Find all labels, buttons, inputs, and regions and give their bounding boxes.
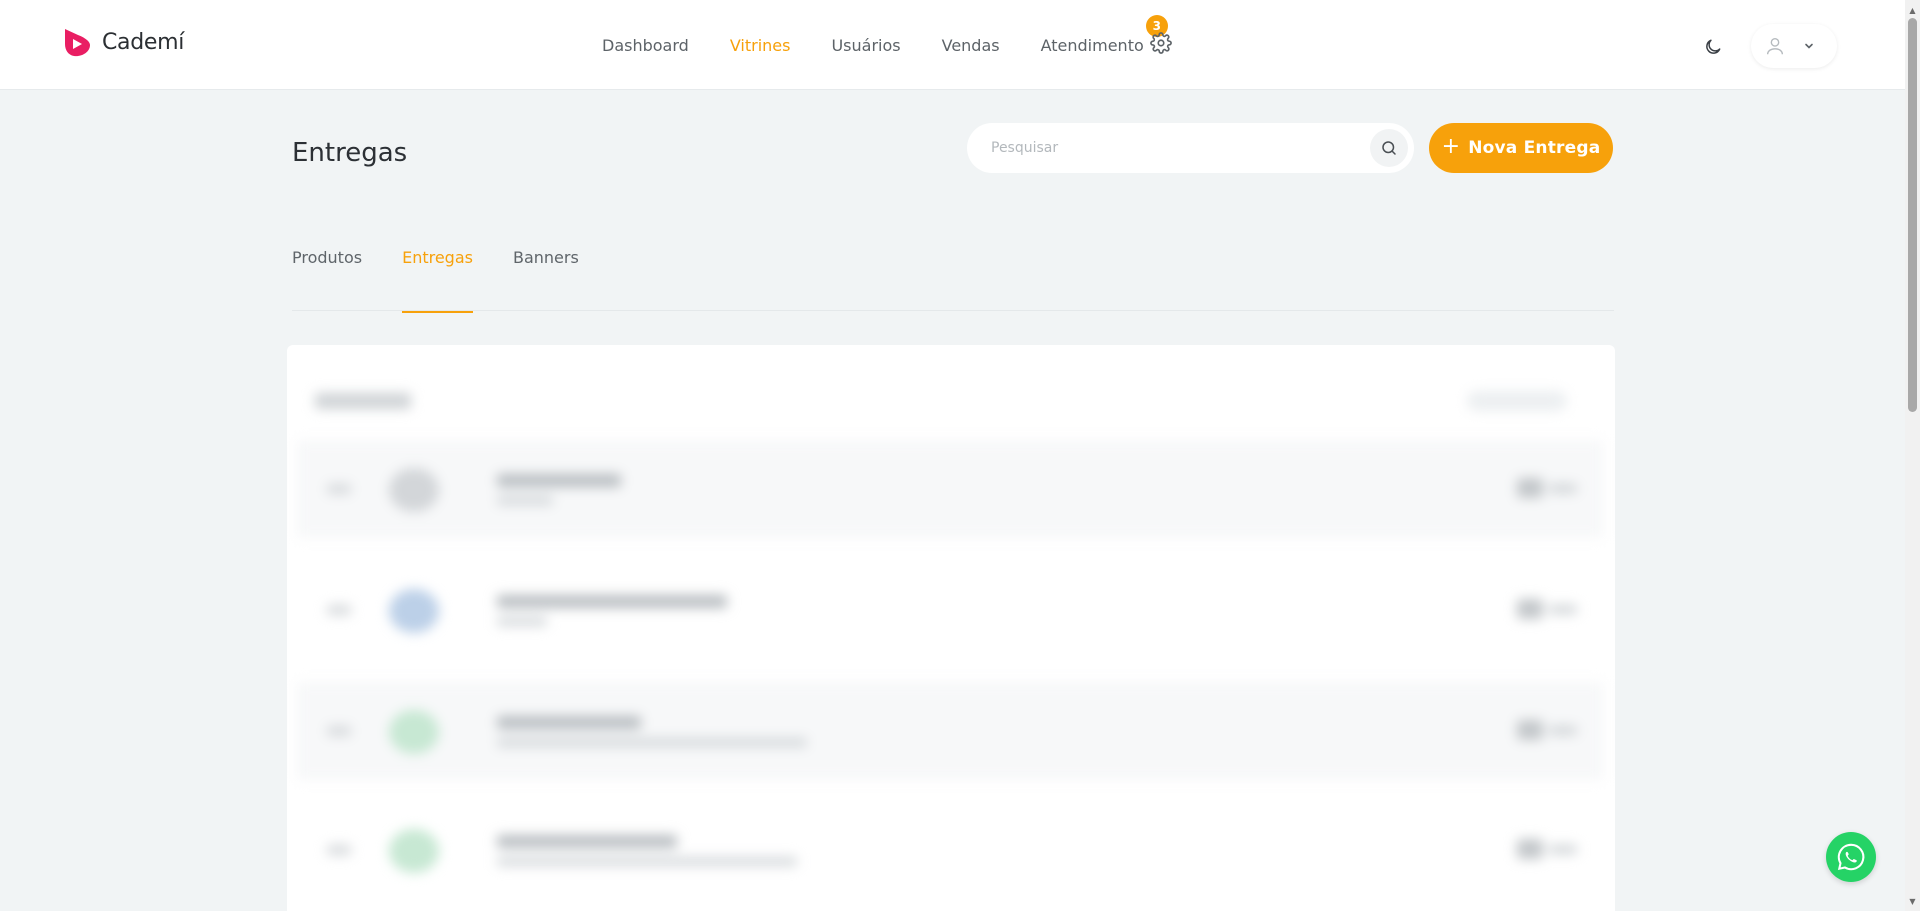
gear-icon[interactable] (1150, 32, 1172, 54)
nav-item-dashboard[interactable]: Dashboard (602, 36, 689, 55)
tab-entregas[interactable]: Entregas (402, 248, 473, 313)
row-action-icon[interactable] (1517, 839, 1543, 859)
user-icon (1766, 37, 1784, 55)
row-action-icon[interactable] (1517, 720, 1543, 740)
tabs-divider (292, 310, 1614, 311)
row-action-label-placeholder (1549, 605, 1577, 614)
row-action-label-placeholder (1549, 845, 1577, 854)
section-tabs: Produtos Entregas Banners (292, 248, 619, 313)
scroll-down-arrow-icon[interactable]: ▼ (1905, 893, 1920, 909)
nav-item-atendimento[interactable]: Atendimento 3 (1040, 14, 1168, 55)
tab-produtos[interactable]: Produtos (292, 248, 362, 313)
search-icon (1382, 141, 1396, 155)
nav-item-vitrines[interactable]: Vitrines (730, 36, 791, 55)
new-delivery-button[interactable]: + Nova Entrega (1429, 123, 1613, 173)
row-subtitle-placeholder (497, 496, 553, 505)
card-header-action-placeholder (1467, 391, 1567, 411)
tab-banners[interactable]: Banners (513, 248, 579, 313)
scrollbar-thumb[interactable] (1908, 18, 1917, 412)
row-action-icon[interactable] (1517, 599, 1543, 619)
row-thumbnail (389, 468, 439, 512)
list-item[interactable] (297, 801, 1603, 899)
row-index-placeholder (327, 726, 351, 736)
chevron-down-icon (1805, 43, 1813, 49)
cademi-logo-icon (65, 29, 90, 57)
new-delivery-label: Nova Entrega (1468, 138, 1601, 158)
scroll-up-arrow-icon[interactable]: ▲ (1905, 2, 1920, 18)
row-thumbnail (389, 829, 439, 873)
page-title: Entregas (292, 138, 408, 168)
nav-item-atendimento-label: Atendimento (1040, 35, 1144, 55)
deliveries-card (287, 345, 1615, 911)
main-nav: Dashboard Vitrines Usuários Vendas Atend… (602, 0, 1168, 90)
row-action-label-placeholder (1549, 484, 1577, 493)
row-index-placeholder (327, 605, 351, 615)
row-index-placeholder (327, 845, 351, 855)
row-thumbnail (389, 589, 439, 633)
row-action-label-placeholder (1549, 726, 1577, 735)
top-navigation-bar: Cademí Dashboard Vitrines Usuários Venda… (0, 0, 1905, 90)
row-title-placeholder (497, 835, 677, 848)
plus-icon: + (1441, 134, 1461, 159)
row-title-placeholder (497, 595, 727, 608)
whatsapp-button[interactable] (1826, 832, 1876, 882)
list-item[interactable] (297, 561, 1603, 659)
row-subtitle-placeholder (497, 617, 547, 626)
user-menu-button[interactable] (1751, 24, 1837, 68)
search-button[interactable] (1370, 129, 1408, 167)
row-title-placeholder (497, 474, 621, 487)
search-box (967, 123, 1414, 173)
row-action-icon[interactable] (1517, 478, 1543, 498)
whatsapp-icon (1837, 843, 1865, 871)
search-input[interactable] (967, 123, 1370, 173)
row-index-placeholder (327, 484, 351, 494)
row-title-placeholder (497, 716, 641, 729)
card-header (315, 375, 1587, 427)
row-subtitle-placeholder (497, 738, 807, 747)
card-header-title-placeholder (315, 393, 411, 409)
row-subtitle-placeholder (497, 857, 797, 866)
moon-icon[interactable] (1703, 37, 1723, 57)
page-scrollbar[interactable]: ▲ ▼ (1905, 0, 1920, 911)
nav-item-usuarios[interactable]: Usuários (831, 36, 900, 55)
list-item[interactable] (297, 440, 1603, 538)
brand-logo[interactable]: Cademí (62, 26, 184, 58)
row-thumbnail (389, 710, 439, 754)
brand-name: Cademí (102, 29, 185, 55)
nav-item-vendas[interactable]: Vendas (942, 36, 1000, 55)
app-page: Cademí Dashboard Vitrines Usuários Venda… (0, 0, 1920, 911)
list-item[interactable] (297, 682, 1603, 780)
